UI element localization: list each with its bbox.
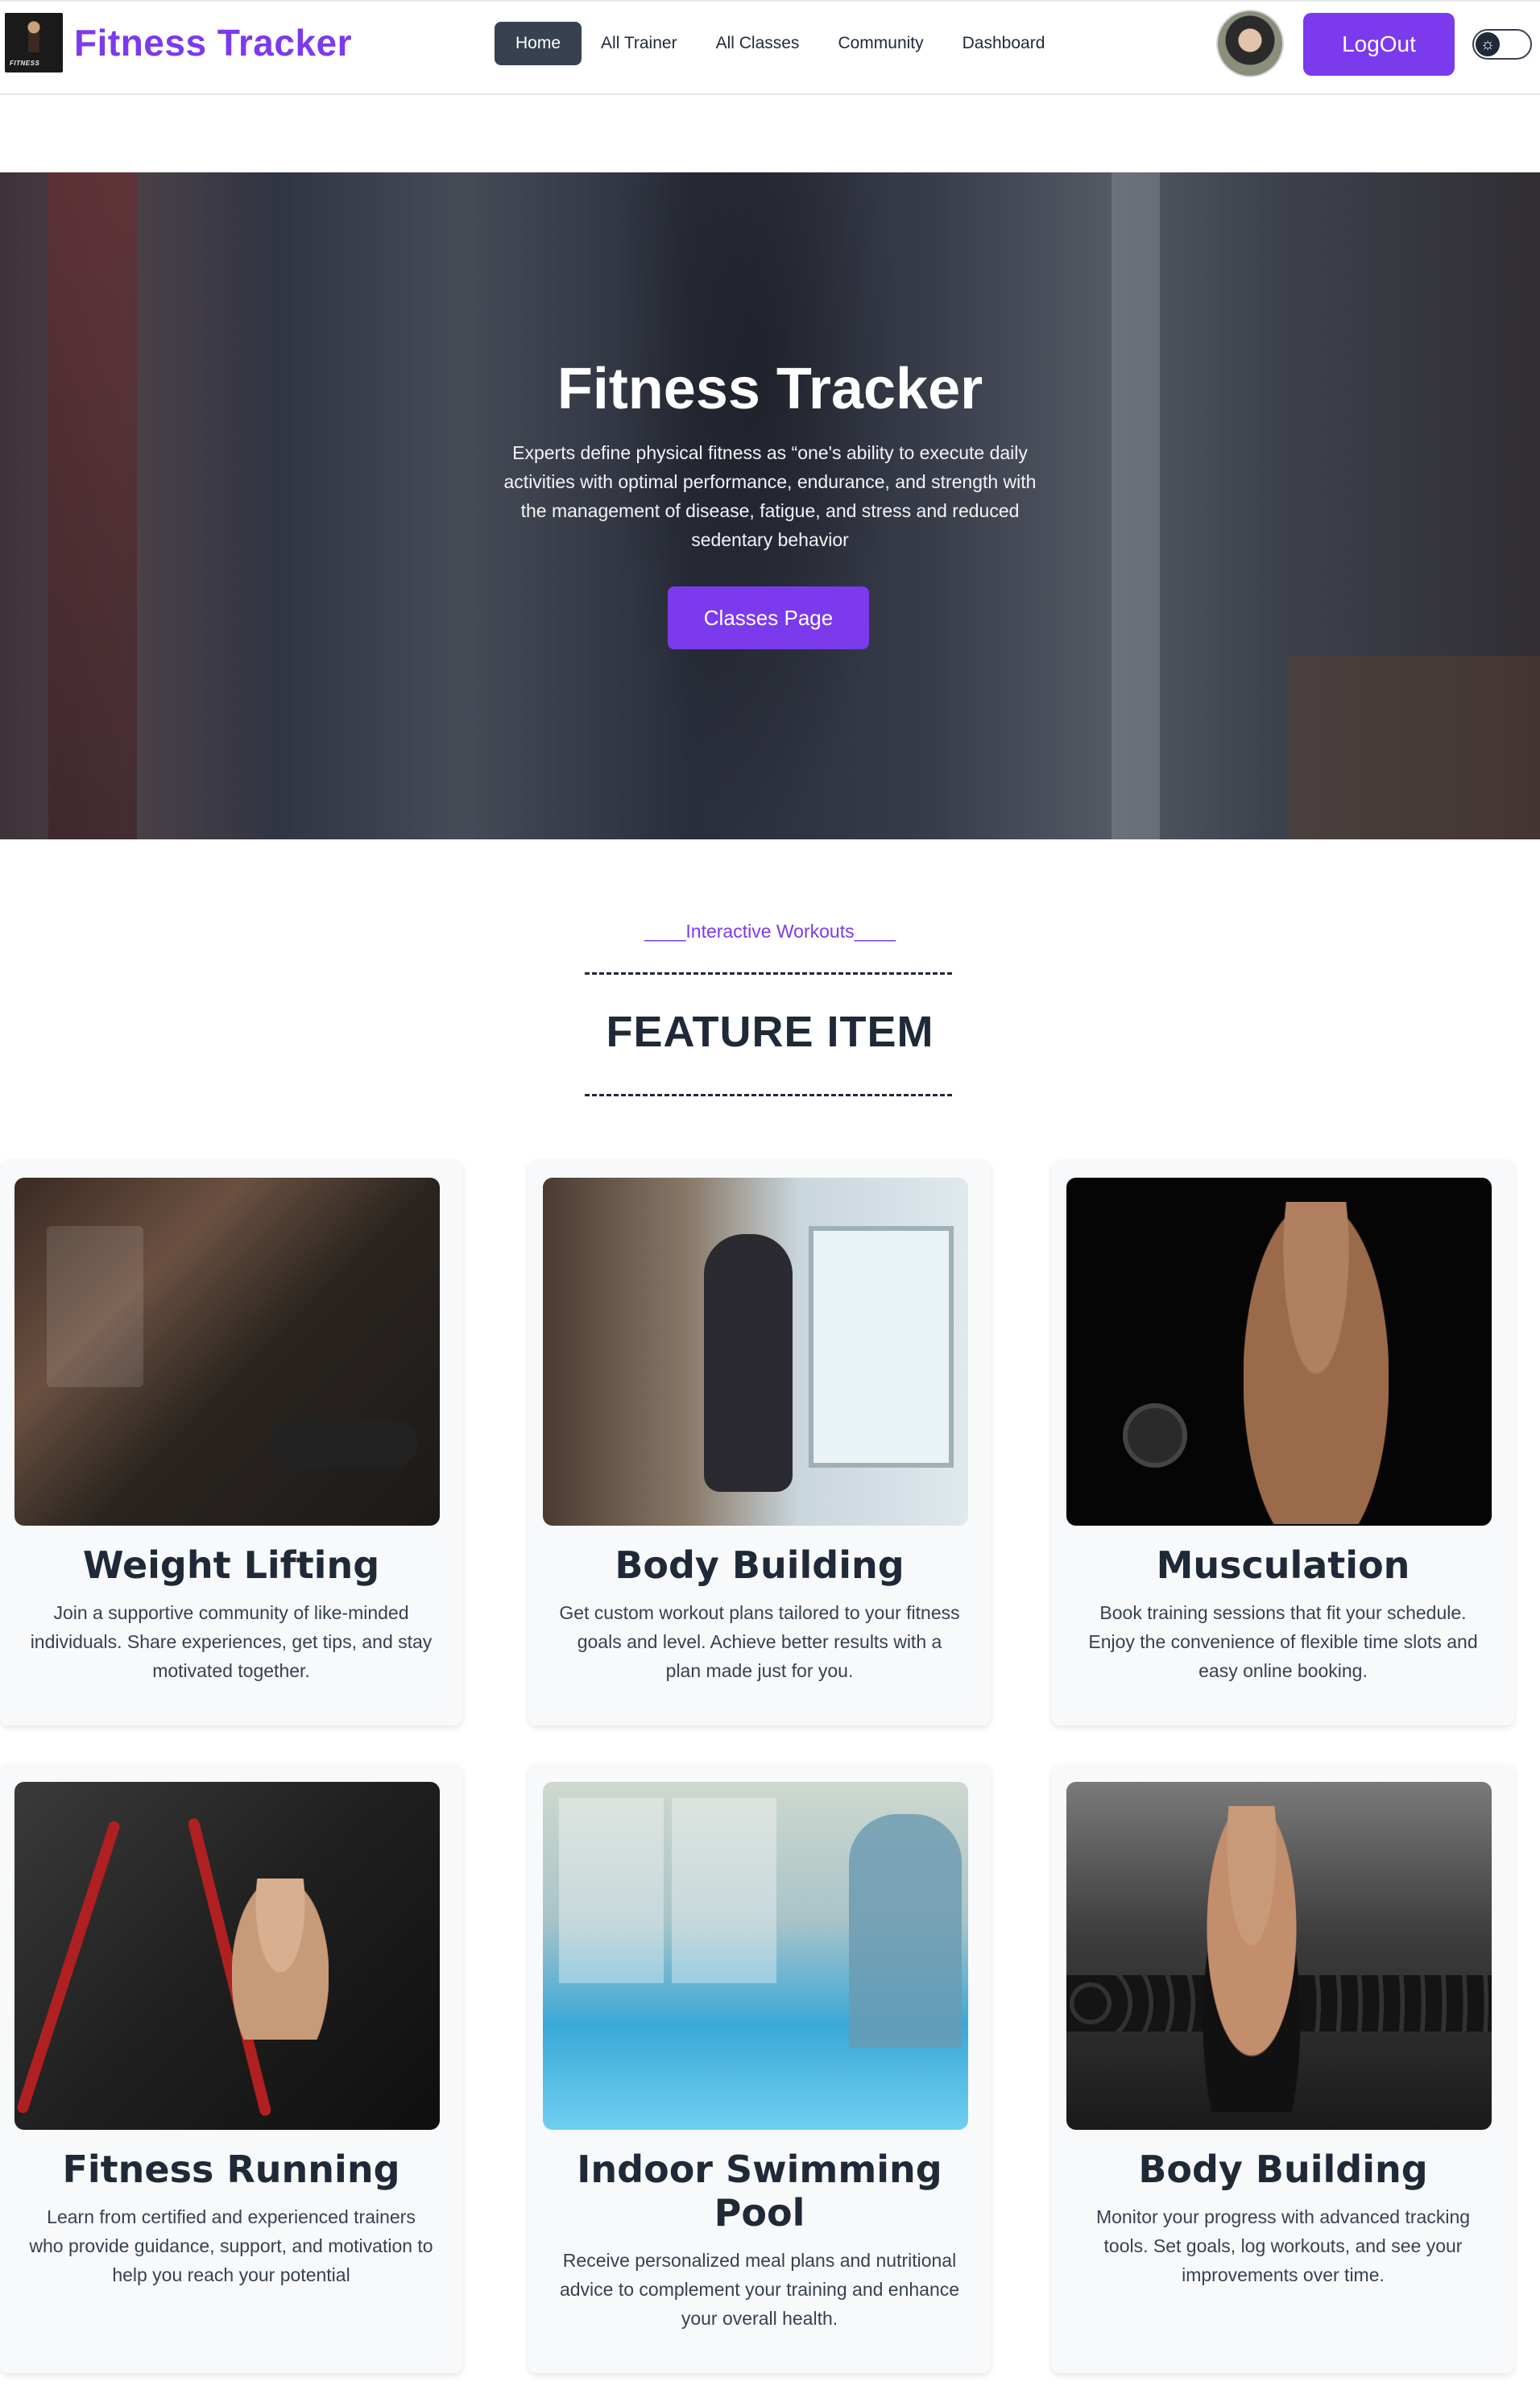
feature-card-description: Receive personalized meal plans and nutr…	[559, 2250, 960, 2329]
feature-card-description: Get custom workout plans tailored to you…	[559, 1602, 960, 1681]
brand-title[interactable]: Fitness Tracker	[74, 21, 352, 64]
classes-page-button[interactable]: Classes Page	[668, 586, 869, 649]
hero-title: Fitness Tracker	[557, 357, 983, 421]
feature-card-title: Indoor Swimming Pool	[577, 2148, 942, 2235]
brand[interactable]: FITNESS Fitness Tracker	[5, 13, 352, 72]
hero-window-shape	[1112, 172, 1160, 839]
feature-card-image	[543, 1782, 968, 2130]
hero-box-shape	[1289, 656, 1540, 839]
nav-link-all-classes[interactable]: All Classes	[697, 22, 819, 65]
feature-card[interactable]: Weight Lifting Join a supportive communi…	[0, 1160, 462, 1725]
section-title: FEATURE ITEM	[606, 1008, 934, 1056]
hero-banner: Fitness Tracker Experts define physical …	[0, 172, 1540, 839]
feature-card-title: Musculation	[1156, 1543, 1410, 1587]
feature-card-description: Monitor your progress with advanced trac…	[1095, 2206, 1471, 2285]
feature-card[interactable]: Body Building Monitor your progress with…	[1052, 1764, 1514, 2373]
feature-card-title: Body Building	[615, 1543, 905, 1587]
nav-links: Home All Trainer All Classes Community D…	[495, 22, 1064, 65]
athlete-logo-icon	[23, 21, 45, 56]
feature-card[interactable]: Fitness Running Learn from certified and…	[0, 1764, 462, 2373]
feature-card-description: Join a supportive community of like-mind…	[30, 1602, 433, 1681]
hero-description: Experts define physical fitness as “one'…	[503, 442, 1037, 550]
feature-card[interactable]: Musculation Book training sessions that …	[1052, 1160, 1514, 1725]
nav-link-all-trainer[interactable]: All Trainer	[582, 22, 697, 65]
feature-card[interactable]: Body Building Get custom workout plans t…	[528, 1160, 991, 1725]
theme-toggle[interactable]: ☼	[1472, 29, 1532, 60]
logo-word: FITNESS	[10, 60, 40, 67]
feature-card-title: Fitness Running	[62, 2148, 400, 2191]
nav-link-community[interactable]: Community	[818, 22, 942, 65]
feature-card-image	[1066, 1782, 1492, 2130]
feature-card-image	[14, 1782, 440, 2130]
navbar: FITNESS Fitness Tracker Home All Trainer…	[0, 0, 1540, 95]
feature-card-image	[14, 1178, 440, 1526]
nav-link-dashboard[interactable]: Dashboard	[943, 22, 1065, 65]
dashed-divider-bottom	[585, 1094, 952, 1096]
feature-card-title: Body Building	[1138, 2148, 1428, 2191]
feature-card-title: Weight Lifting	[82, 1543, 380, 1587]
dashed-divider-top	[585, 972, 952, 975]
feature-card[interactable]: Indoor Swimming Pool Receive personalize…	[528, 1764, 991, 2373]
feature-card-description: Book training sessions that fit your sch…	[1088, 1602, 1478, 1681]
feature-card-image	[1066, 1178, 1492, 1526]
brand-logo[interactable]: FITNESS	[5, 13, 63, 72]
sun-icon: ☼	[1476, 32, 1500, 56]
logout-button[interactable]: LogOut	[1303, 13, 1455, 76]
user-avatar[interactable]	[1216, 10, 1284, 77]
section-eyebrow: ____Interactive Workouts____	[644, 921, 896, 942]
feature-card-description: Learn from certified and experienced tra…	[29, 2206, 433, 2285]
feature-card-image	[543, 1178, 968, 1526]
hero-rack-shape	[48, 172, 137, 839]
nav-link-home[interactable]: Home	[495, 22, 582, 65]
